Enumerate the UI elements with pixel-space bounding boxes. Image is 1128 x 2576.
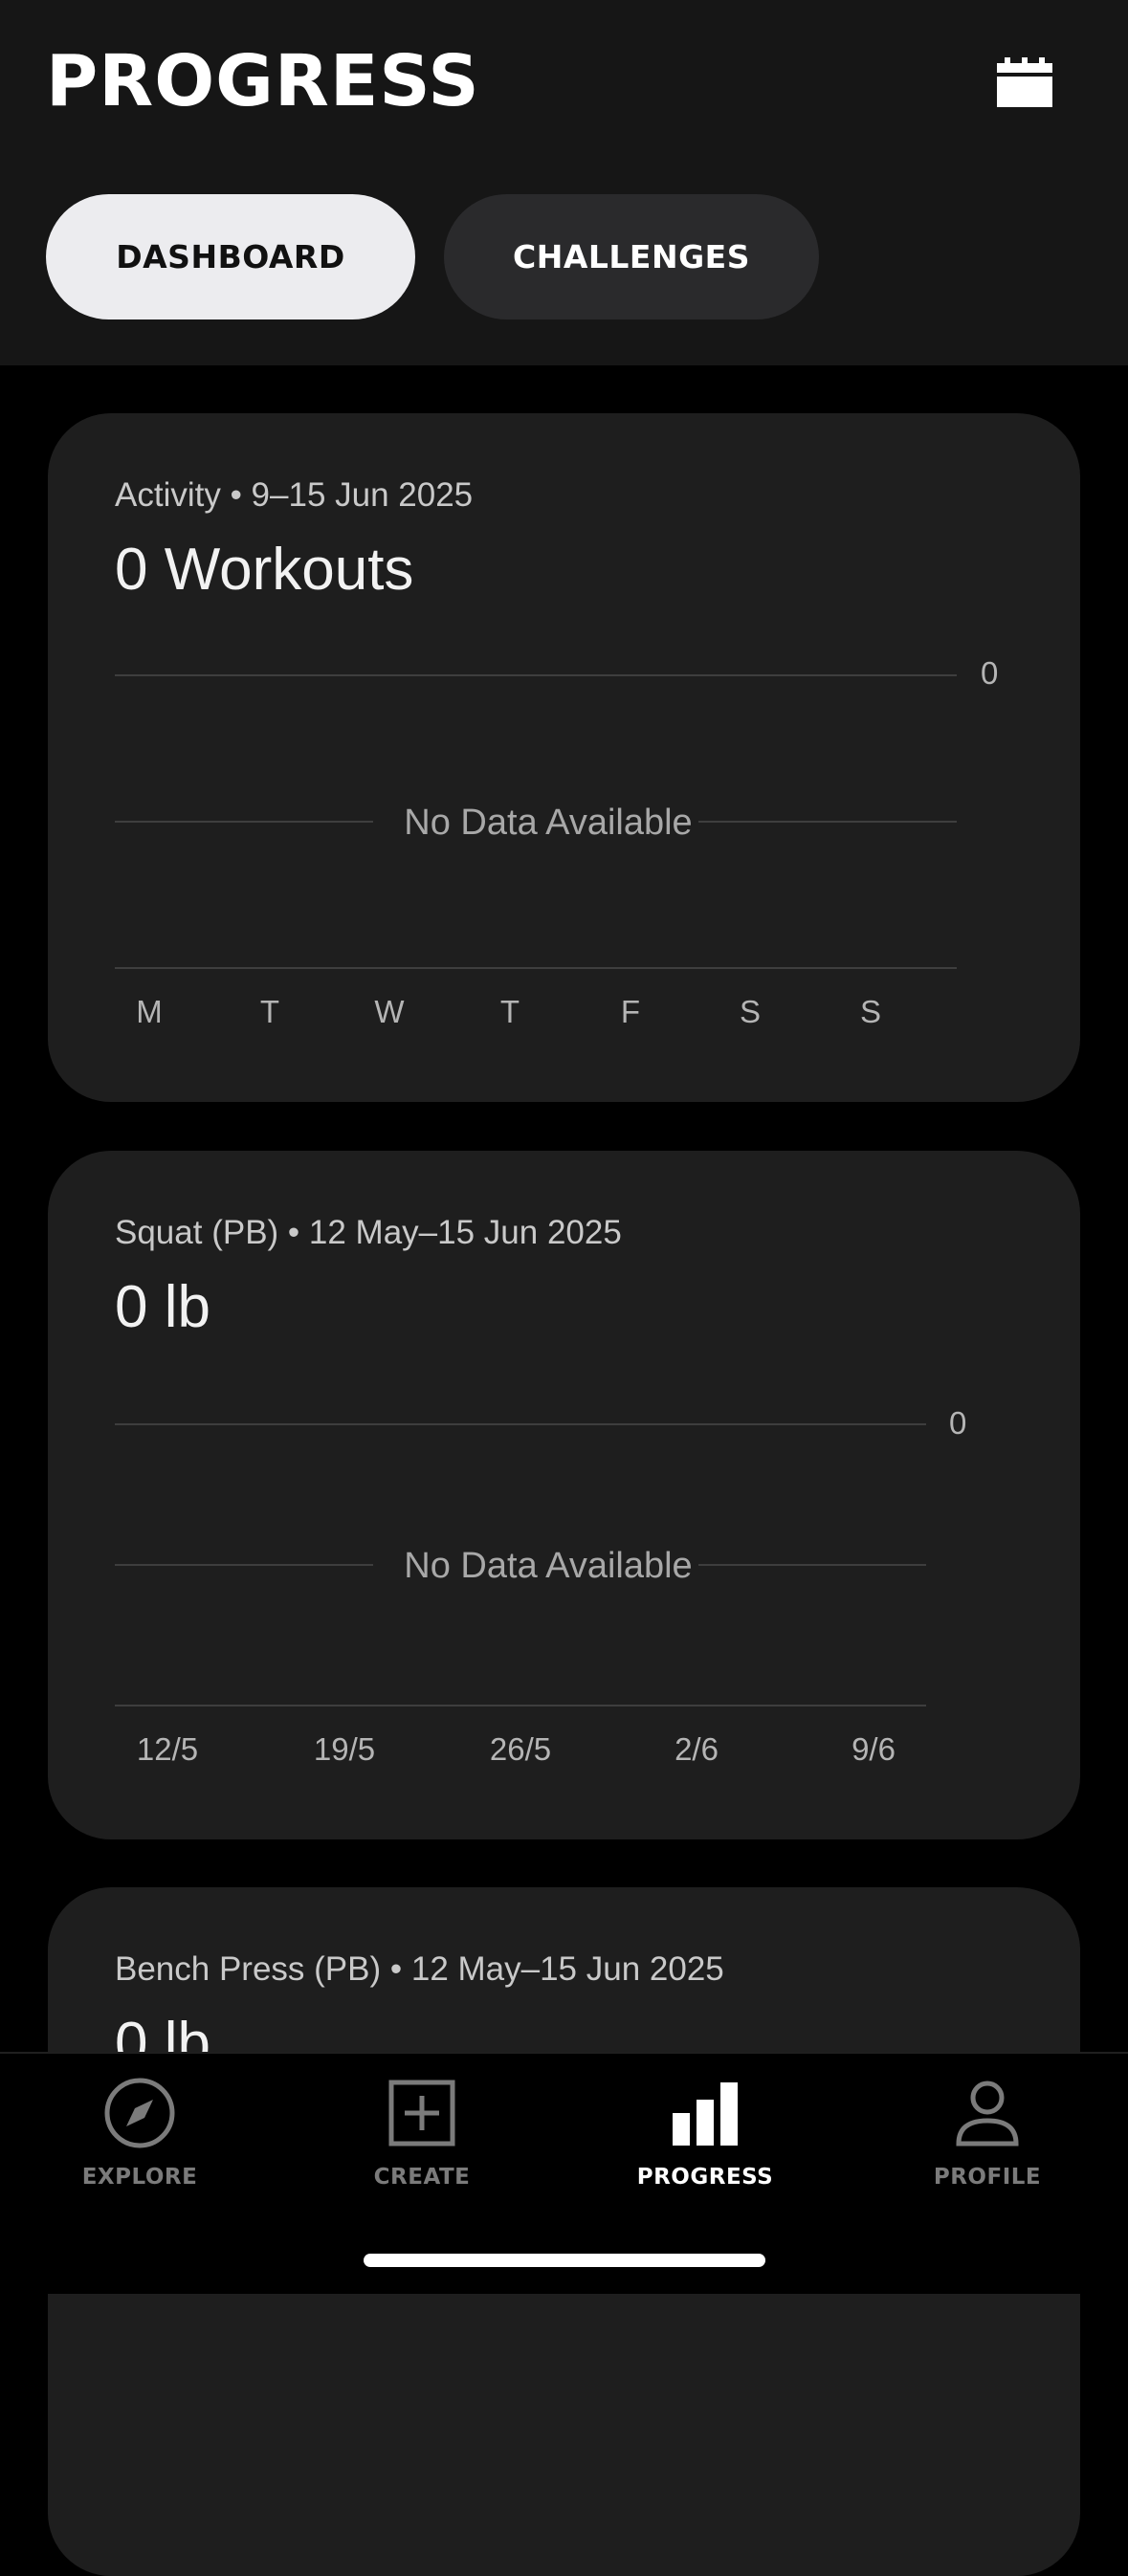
tab-create-label: CREATE bbox=[373, 2165, 471, 2190]
bench-press-card-label: Bench Press (PB) • 12 May–15 Jun 2025 bbox=[115, 1950, 724, 1988]
tab-progress-label: PROGRESS bbox=[636, 2165, 774, 2190]
squat-card[interactable]: Squat (PB) • 12 May–15 Jun 2025 0 lb No … bbox=[48, 1151, 1080, 1839]
x-tick-label: S bbox=[740, 994, 761, 1029]
x-tick-label: T bbox=[500, 994, 520, 1029]
x-tick-label: S bbox=[860, 994, 881, 1029]
person-icon bbox=[956, 2081, 1019, 2147]
x-tick-label: M bbox=[136, 994, 163, 1029]
tab-explore-label: EXPLORE bbox=[81, 2165, 198, 2190]
compass-icon bbox=[104, 2078, 175, 2148]
x-tick-label: W bbox=[374, 994, 405, 1029]
empty-state-text: No Data Available bbox=[404, 1546, 692, 1586]
activity-card[interactable]: Activity • 9–15 Jun 2025 0 Workouts No D… bbox=[48, 413, 1080, 1102]
tab-profile[interactable]: PROFILE bbox=[873, 2075, 1102, 2218]
tab-profile-label: PROFILE bbox=[933, 2165, 1042, 2190]
header: PROGRESS DASHBOARD CHALLENGES bbox=[0, 0, 1128, 365]
x-tick-label: 12/5 bbox=[137, 1731, 198, 1767]
home-indicator bbox=[364, 2254, 765, 2267]
y-tick-label: 0 bbox=[949, 1405, 966, 1441]
plus-square-icon bbox=[388, 2080, 455, 2147]
x-tick-label: 26/5 bbox=[490, 1731, 551, 1767]
tab-challenges[interactable]: CHALLENGES bbox=[444, 194, 819, 319]
tab-progress[interactable]: PROGRESS bbox=[590, 2075, 820, 2218]
activity-chart: No Data Available 0 M T W T F S S bbox=[115, 655, 998, 1029]
bar-chart-icon bbox=[673, 2082, 738, 2146]
empty-state-text: No Data Available bbox=[404, 803, 692, 843]
tab-dashboard[interactable]: DASHBOARD bbox=[46, 194, 415, 319]
x-tick-label: 19/5 bbox=[314, 1731, 375, 1767]
x-tick-label: T bbox=[260, 994, 279, 1029]
squat-chart: No Data Available 0 12/5 19/5 26/5 2/6 9… bbox=[115, 1405, 966, 1767]
x-tick-label: F bbox=[621, 994, 640, 1029]
x-tick-label: 2/6 bbox=[675, 1731, 719, 1767]
page-title: PROGRESS bbox=[46, 40, 480, 122]
tab-explore[interactable]: EXPLORE bbox=[25, 2075, 254, 2218]
y-tick-label: 0 bbox=[981, 655, 998, 691]
tab-create[interactable]: CREATE bbox=[307, 2075, 537, 2218]
calendar-icon[interactable] bbox=[997, 57, 1052, 107]
x-tick-label: 9/6 bbox=[852, 1731, 896, 1767]
